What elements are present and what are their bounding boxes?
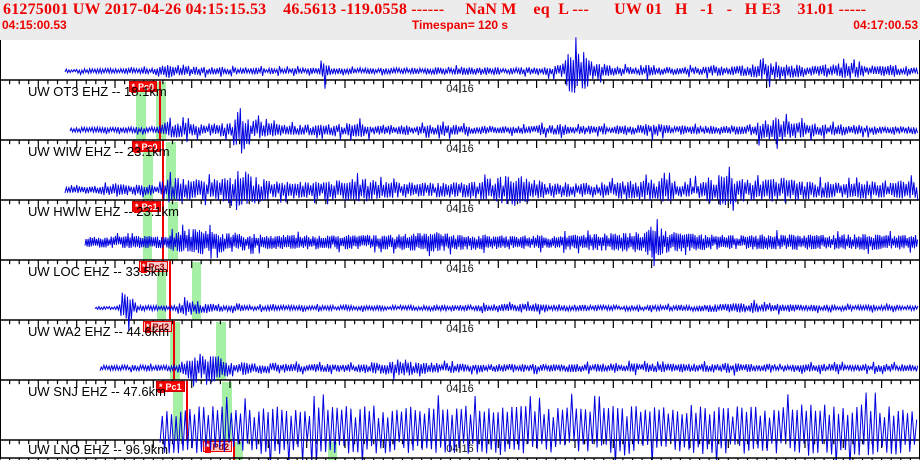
s-window-highlight — [222, 382, 232, 440]
s-window-highlight — [192, 262, 201, 320]
station-label: UW LOC EHZ -- 33.5km — [28, 264, 169, 279]
time-axis-header: 04:15:00.53 Timespan= 120 s 04:17:00.53 — [0, 18, 920, 32]
pick-line[interactable] — [186, 381, 188, 440]
station-label: UW WIW EHZ -- 23.1km — [28, 144, 170, 159]
s-window-highlight — [328, 442, 337, 460]
pick-flag-label: Pc1 — [165, 382, 182, 392]
event-header: 61275001 UW 2017-04-26 04:15:15.53 46.56… — [3, 1, 867, 18]
window-end-time: 04:17:00.53 — [853, 18, 918, 32]
station-label: UW HWIW EHZ -- 23.1km — [28, 204, 179, 219]
left-border — [0, 40, 1, 458]
time-label: 04:16 — [446, 323, 474, 335]
station-label: UW SNJ EHZ -- 47.6km — [28, 384, 166, 399]
time-label: 04:16 — [446, 83, 474, 95]
pick-flag[interactable]: * Pd2 — [203, 441, 233, 453]
seismogram-viewer: 61275001 UW 2017-04-26 04:15:15.53 46.56… — [0, 0, 920, 460]
station-label: UW WA2 EHZ -- 44.6km — [28, 324, 170, 339]
pick-flag-label: Pd2 — [212, 442, 230, 452]
timespan-label: Timespan= 120 s — [411, 18, 509, 32]
pick-line[interactable] — [173, 321, 175, 380]
time-label: 04:16 — [446, 383, 474, 395]
time-label: 04:16 — [446, 443, 474, 455]
s-window-highlight — [216, 322, 226, 380]
time-label: 04:16 — [446, 143, 474, 155]
pick-line[interactable] — [169, 261, 171, 320]
pick-flag-star-icon: * — [205, 442, 211, 453]
station-label: UW LNO EHZ -- 96.9km — [28, 442, 169, 457]
time-label: 04:16 — [446, 263, 474, 275]
time-label: 04:16 — [446, 203, 474, 215]
pick-line[interactable] — [233, 441, 235, 460]
station-label: UW OT3 EHZ -- 18.1km — [28, 84, 167, 99]
